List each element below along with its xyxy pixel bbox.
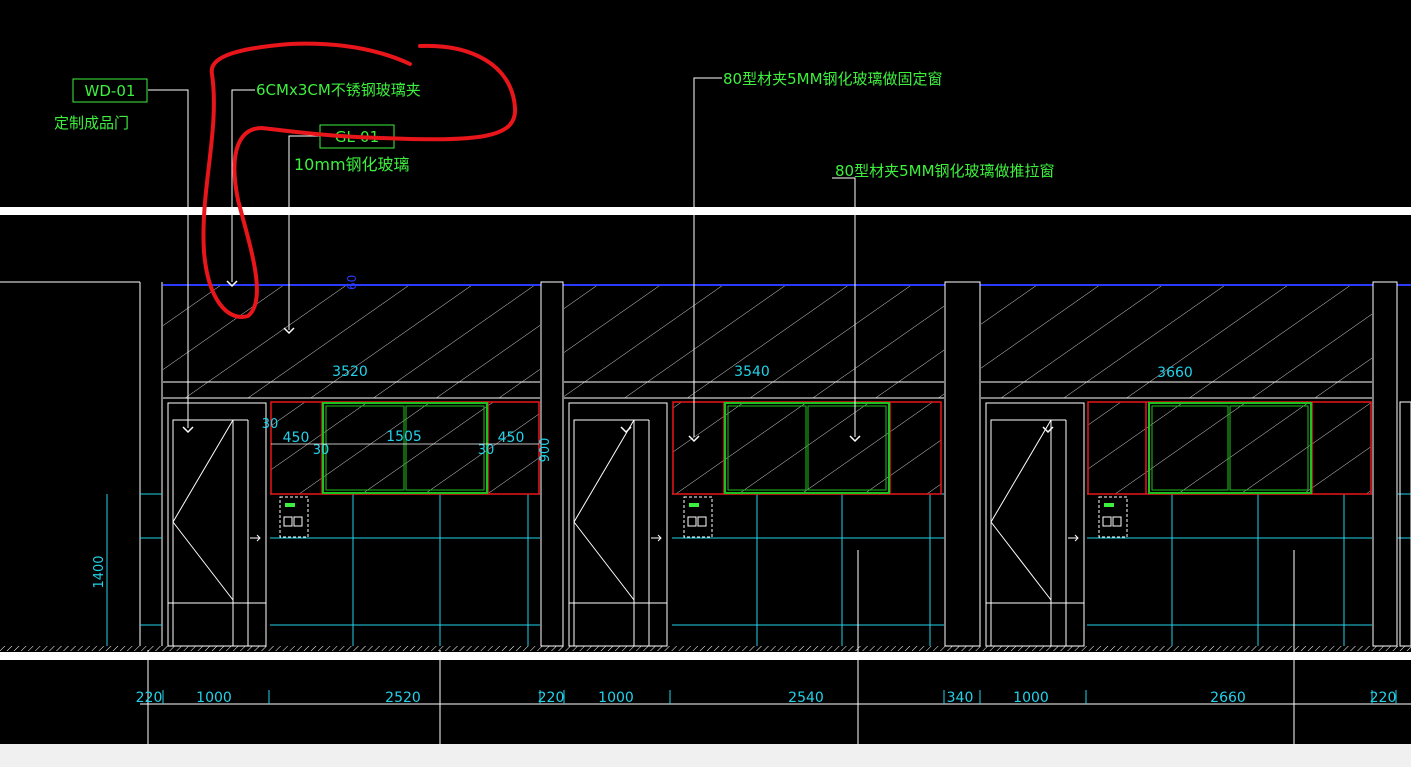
wall-panel-grid (106, 493, 1411, 646)
gl01-description: 10mm钢化玻璃 (294, 155, 410, 174)
window-bay-2[interactable] (672, 401, 942, 495)
left-wall (0, 281, 163, 646)
beam-hatch-zones (163, 286, 1372, 398)
frame-dim-c: 30 (478, 443, 495, 458)
fixed-window-note: 80型材夹5MM钢化玻璃做固定窗 (723, 70, 943, 88)
wd01-tag: WD-01 (85, 82, 136, 100)
frame-dim-b: 30 (313, 443, 330, 458)
door-bay-1[interactable] (167, 402, 267, 647)
door-bay-3[interactable] (985, 402, 1085, 647)
switch-panel-markers (285, 503, 1114, 507)
wd01-description: 定制成品门 (54, 114, 129, 132)
switch-panel-icon (279, 496, 1128, 538)
bottom-dim: 220 (136, 690, 163, 706)
bottom-dim: 220 (1370, 690, 1397, 706)
cad-drawing-canvas[interactable]: WD-01 定制成品门 6CMx3CM不锈钢玻璃夹 GL-01 10mm钢化玻璃… (0, 0, 1411, 767)
window-bay-3[interactable] (1087, 401, 1372, 495)
bottom-dim: 1000 (196, 690, 232, 706)
floor-slab (0, 652, 1411, 660)
bay-2-width: 3540 (734, 364, 770, 380)
bottom-dim: 1000 (1013, 690, 1049, 706)
clamp-note: 6CMx3CM不锈钢玻璃夹 (256, 81, 421, 99)
door-bay-2[interactable] (568, 402, 668, 647)
bottom-dim: 2540 (788, 690, 824, 706)
upper-rail (0, 207, 1411, 215)
beam-height-dim: 60 (345, 275, 359, 290)
right-edge-bay (1399, 401, 1411, 647)
sliding-window-note: 80型材夹5MM钢化玻璃做推拉窗 (835, 162, 1055, 180)
frame-dim-a: 30 (262, 417, 279, 432)
status-bar (0, 744, 1411, 767)
bottom-dim: 340 (947, 690, 974, 706)
bay-3-width: 3660 (1157, 365, 1193, 381)
window-height-dim: 900 (538, 438, 553, 463)
bottom-dim: 220 (538, 690, 565, 706)
bottom-dim: 1000 (598, 690, 634, 706)
bottom-dim: 2660 (1210, 690, 1246, 706)
wainscot-height-dim: 1400 (92, 555, 107, 588)
floor-hatch-band (0, 646, 1411, 651)
window-bay-1[interactable] (270, 401, 540, 495)
pane-middle-dim: 1505 (386, 429, 422, 445)
bay-1-width: 3520 (332, 364, 368, 380)
bottom-dim: 2520 (385, 690, 421, 706)
